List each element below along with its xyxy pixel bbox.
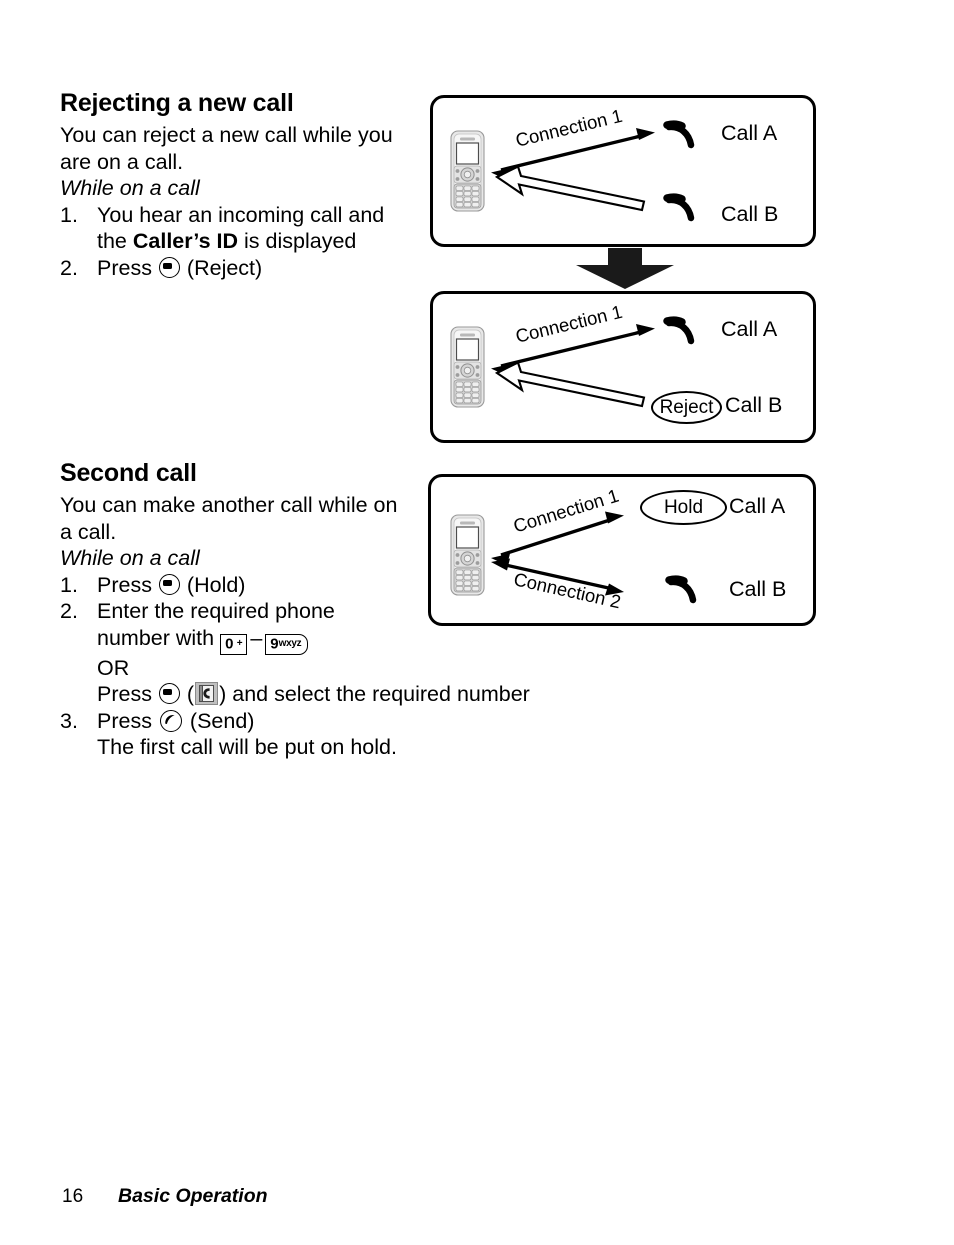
keycap-digit: 9 (270, 635, 279, 652)
step-text-post-label: (Hold) (186, 572, 246, 597)
step-text-post-label: (Reject) (186, 255, 263, 280)
step-text-line4: Press ( ) and select the required number (97, 681, 560, 708)
call-a-label: Call A (721, 121, 778, 145)
keycap-digit: 0 (225, 635, 234, 652)
section-heading: Rejecting a new call (60, 89, 294, 117)
step-text-or: OR (97, 655, 130, 680)
incoming-call-b-outline-arrow (494, 361, 646, 408)
footer-section-name: Basic Operation (118, 1185, 268, 1207)
step-number: 1. (60, 202, 78, 227)
send-key-icon (159, 709, 182, 732)
keypad-key-0-icon: 0 + (220, 633, 248, 655)
step-text-line4-pre: Press (97, 682, 158, 706)
step-number: 2. (60, 599, 78, 623)
paren-open: ( (186, 682, 195, 706)
manual-page: Rejecting a new call You can reject a ne… (0, 0, 954, 1245)
key-range-dash: – (250, 625, 263, 650)
call-b-label: Call B (721, 202, 779, 226)
page-number: 16 (62, 1186, 84, 1207)
soft-key-icon (158, 683, 180, 704)
incoming-call-arc-icon (665, 319, 695, 345)
page-footer: 16 Basic Operation (62, 1185, 268, 1208)
section-rejecting-a-new-call: Rejecting a new call You can reject a ne… (60, 88, 410, 281)
list-item: 3. Press (Send) The first call will be pu… (60, 708, 560, 761)
call-a-label: Call A (729, 494, 786, 518)
step-text-pre: Press (97, 255, 158, 280)
step-text-line2: the Caller’s ID is displayed (97, 228, 410, 255)
step-text-line1: Enter the required phone (97, 599, 335, 623)
incoming-call-arc-icon (665, 123, 695, 149)
mobile-phone-illustration (450, 130, 485, 212)
callers-id-bold: Caller’s ID (132, 229, 239, 253)
section-intro: You can make another call while on a cal… (60, 493, 398, 544)
step-list: 1. You hear an incoming call and the Cal… (60, 202, 410, 282)
step-note: The first call will be put on hold. (97, 735, 397, 759)
list-item: 1. You hear an incoming call and the Cal… (60, 202, 410, 255)
incoming-call-arc-icon (665, 196, 695, 222)
incoming-call-b-outline-arrow (494, 165, 646, 212)
step-text-line2-post: is displayed (238, 229, 357, 253)
keycap-sup: wxyz (278, 637, 302, 649)
step-text-line1: You hear an incoming call and (97, 202, 385, 227)
soft-key-icon (158, 573, 180, 595)
diagram-rejecting-before: Connection 1 Call A Call B (430, 95, 816, 247)
mobile-phone-illustration (450, 326, 485, 408)
down-arrow-icon (570, 248, 680, 295)
call-a-label: Call A (721, 317, 778, 341)
step-text-pre: Press (97, 708, 158, 733)
call-b-label: Call B (729, 577, 787, 601)
diagram-rejecting-after: Connection 1 Call A Reject Call B (430, 291, 816, 443)
phonebook-icon (195, 682, 219, 705)
step-text-line2: number with 0 + –9wxyz (97, 625, 560, 655)
section-condition: While on a call (60, 176, 200, 200)
step-number: 2. (60, 255, 78, 280)
incoming-call-arc-icon (667, 578, 697, 604)
mobile-phone-illustration (450, 514, 485, 596)
keypad-key-9-icon: 9wxyz (265, 633, 309, 655)
status-badge-reject: Reject (651, 391, 722, 424)
step-text-line2-pre: the (97, 229, 133, 253)
list-item: 2. Press (Reject) (60, 255, 410, 282)
step-text-line2-pre: number with (97, 625, 221, 650)
section-intro: You can reject a new call while you are … (60, 123, 393, 174)
step-number: 3. (60, 708, 78, 733)
step-text-line4-post: and select the required number (226, 682, 530, 706)
keycap-sup: + (236, 637, 243, 649)
step-number: 1. (60, 572, 78, 597)
call-b-label: Call B (725, 393, 783, 417)
step-text-post-label: (Send) (189, 708, 255, 733)
soft-key-icon (158, 256, 180, 278)
diagram-second-call: Connection 1 Connection 2 Hold Call A Ca… (428, 474, 816, 626)
status-badge-hold: Hold (640, 490, 727, 525)
step-text-pre: Press (97, 572, 158, 597)
